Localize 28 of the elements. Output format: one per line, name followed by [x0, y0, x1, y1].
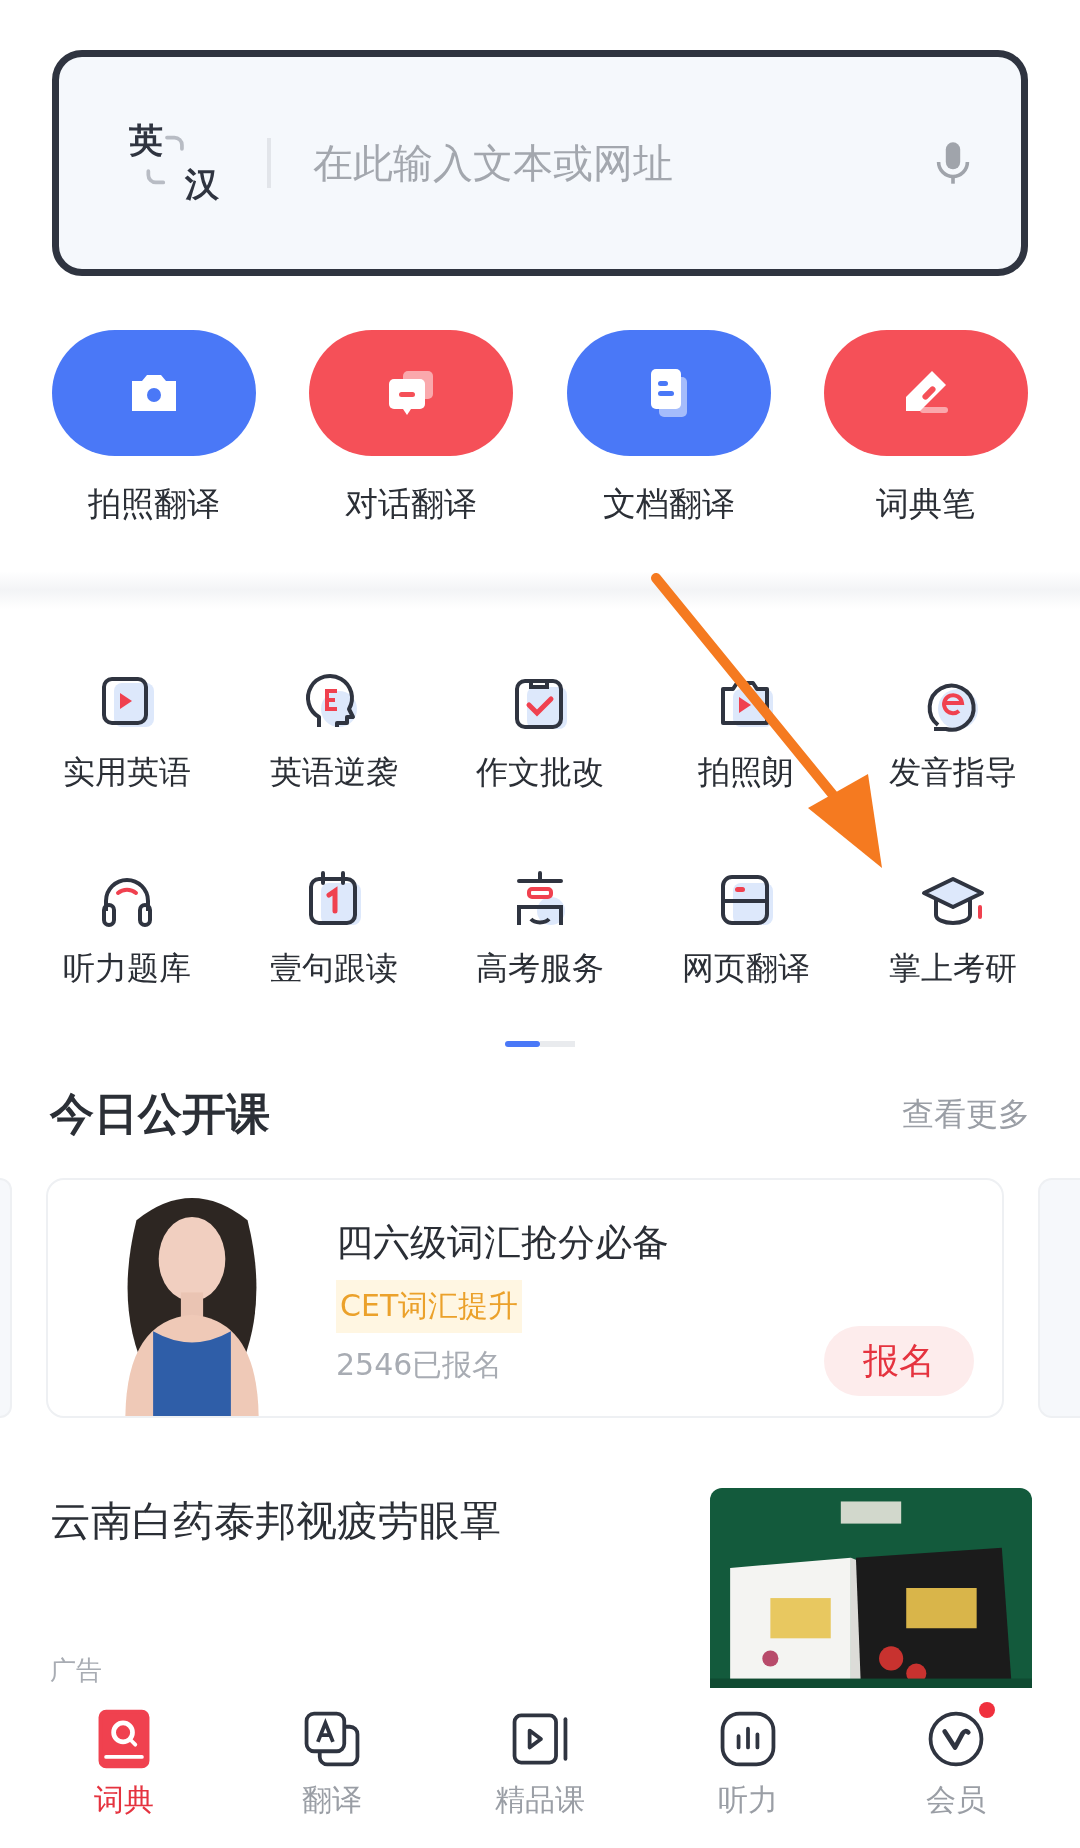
- tool-item[interactable]: 壹句跟读: [230, 865, 437, 991]
- action-label: 拍照翻译: [88, 483, 220, 525]
- tool-item[interactable]: 实用英语: [24, 669, 231, 795]
- action-label: 文档翻译: [602, 483, 735, 525]
- tool-item[interactable]: 发音指导: [849, 669, 1056, 795]
- tool-item[interactable]: 掌上考研: [849, 865, 1056, 991]
- tool-item[interactable]: 听力题库: [24, 865, 231, 991]
- course-title: 四六级词汇抢分必备: [336, 1220, 669, 1266]
- dict-tab[interactable]: 词典: [49, 1706, 199, 1834]
- tool-item[interactable]: 拍照朗: [643, 669, 850, 795]
- tool-item[interactable]: 作文批改: [436, 669, 644, 795]
- ad-title[interactable]: 云南白药泰邦视疲劳眼罩: [50, 1494, 501, 1549]
- enroll-button[interactable]: 报名: [824, 1326, 974, 1396]
- source-language[interactable]: 英: [129, 118, 163, 164]
- notification-dot: [979, 1702, 995, 1718]
- target-language[interactable]: 汉: [185, 162, 219, 208]
- action-label: 对话翻译: [345, 483, 478, 525]
- enrolled-count: 2546已报名: [336, 1346, 503, 1384]
- ad-label: 广告: [50, 1654, 103, 1687]
- course-tag: CET词汇提升: [336, 1280, 523, 1333]
- tool-item[interactable]: 网页翻译: [643, 865, 850, 991]
- course-card[interactable]: 四六级词汇抢分必备 CET词汇提升 2546已报名 报名: [46, 1178, 1004, 1418]
- microphone-icon[interactable]: [935, 140, 971, 186]
- action-label: 词典笔: [876, 483, 976, 525]
- tool-item[interactable]: 英语逆袭: [230, 669, 437, 795]
- tool-item[interactable]: 高考服务: [436, 865, 644, 991]
- section-title: 今日公开课: [50, 1087, 270, 1141]
- search-field[interactable]: 英 汉 在此输入文本或网址: [52, 50, 1028, 276]
